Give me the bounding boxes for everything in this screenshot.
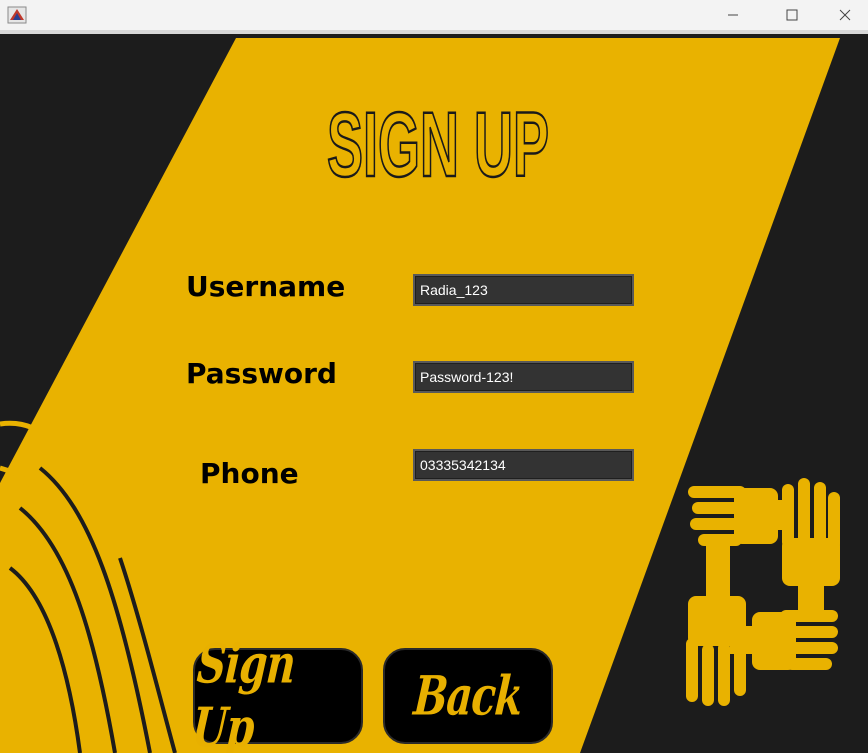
minimize-icon (728, 14, 738, 16)
signup-button[interactable]: Sign Up (190, 633, 363, 753)
minimize-button[interactable] (704, 0, 762, 30)
app-icon (7, 6, 27, 24)
close-icon (839, 9, 851, 21)
page-title-text: SIGN UP (327, 98, 549, 182)
phone-field[interactable] (413, 449, 634, 481)
phone-label: Phone (200, 457, 299, 490)
password-label: Password (186, 357, 337, 390)
window-title-bar (0, 0, 868, 34)
maximize-button[interactable] (763, 0, 821, 30)
username-label: Username (186, 270, 346, 303)
page-title: SIGN UP (326, 98, 551, 182)
close-button[interactable] (822, 0, 868, 30)
joined-hands-icon (686, 478, 840, 706)
back-button[interactable]: Back (383, 648, 553, 744)
password-field[interactable] (413, 361, 634, 393)
maximize-icon (786, 9, 798, 21)
back-button-label: Back (411, 664, 525, 728)
signup-panel: SIGN UP Username Password Phone Sign Up … (0, 38, 868, 753)
signup-button-label: Sign Up (190, 632, 298, 753)
username-field[interactable] (413, 274, 634, 306)
